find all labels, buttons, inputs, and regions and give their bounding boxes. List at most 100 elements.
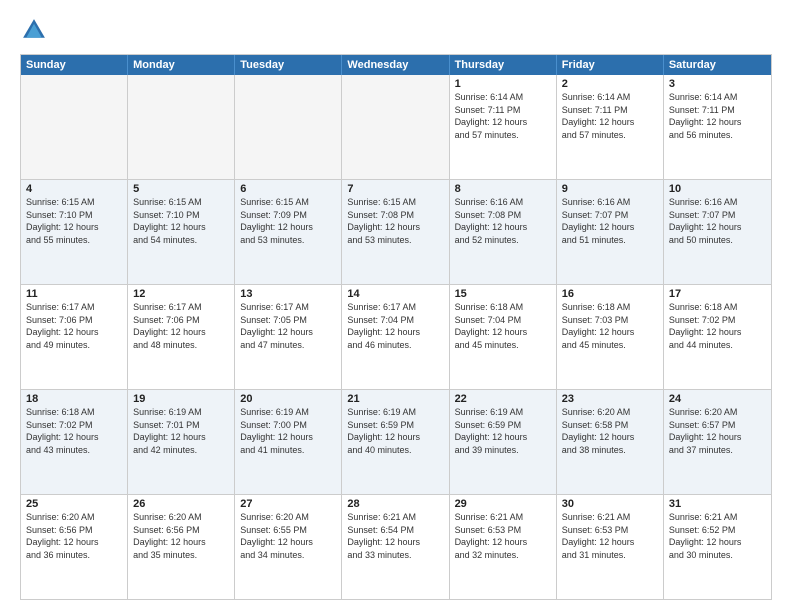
day-info: Sunrise: 6:15 AM Sunset: 7:09 PM Dayligh… — [240, 196, 336, 246]
calendar-cell-day-8: 8Sunrise: 6:16 AM Sunset: 7:08 PM Daylig… — [450, 180, 557, 284]
calendar-row-0: 1Sunrise: 6:14 AM Sunset: 7:11 PM Daylig… — [21, 75, 771, 179]
day-number: 12 — [133, 288, 229, 300]
day-number: 5 — [133, 183, 229, 195]
day-info: Sunrise: 6:15 AM Sunset: 7:08 PM Dayligh… — [347, 196, 443, 246]
header-day-sunday: Sunday — [21, 55, 128, 75]
day-info: Sunrise: 6:21 AM Sunset: 6:53 PM Dayligh… — [562, 511, 658, 561]
day-number: 26 — [133, 498, 229, 510]
day-number: 9 — [562, 183, 658, 195]
day-info: Sunrise: 6:19 AM Sunset: 6:59 PM Dayligh… — [347, 406, 443, 456]
day-info: Sunrise: 6:15 AM Sunset: 7:10 PM Dayligh… — [133, 196, 229, 246]
day-info: Sunrise: 6:20 AM Sunset: 6:57 PM Dayligh… — [669, 406, 766, 456]
day-number: 4 — [26, 183, 122, 195]
logo — [20, 16, 52, 44]
calendar-cell-day-1: 1Sunrise: 6:14 AM Sunset: 7:11 PM Daylig… — [450, 75, 557, 179]
header-day-wednesday: Wednesday — [342, 55, 449, 75]
day-info: Sunrise: 6:21 AM Sunset: 6:54 PM Dayligh… — [347, 511, 443, 561]
calendar-cell-day-11: 11Sunrise: 6:17 AM Sunset: 7:06 PM Dayli… — [21, 285, 128, 389]
day-number: 14 — [347, 288, 443, 300]
calendar-cell-day-10: 10Sunrise: 6:16 AM Sunset: 7:07 PM Dayli… — [664, 180, 771, 284]
day-number: 6 — [240, 183, 336, 195]
logo-icon — [20, 16, 48, 44]
calendar-cell-day-30: 30Sunrise: 6:21 AM Sunset: 6:53 PM Dayli… — [557, 495, 664, 599]
day-info: Sunrise: 6:18 AM Sunset: 7:03 PM Dayligh… — [562, 301, 658, 351]
calendar-cell-empty — [21, 75, 128, 179]
calendar-cell-day-17: 17Sunrise: 6:18 AM Sunset: 7:02 PM Dayli… — [664, 285, 771, 389]
calendar-cell-day-28: 28Sunrise: 6:21 AM Sunset: 6:54 PM Dayli… — [342, 495, 449, 599]
calendar-cell-day-31: 31Sunrise: 6:21 AM Sunset: 6:52 PM Dayli… — [664, 495, 771, 599]
day-info: Sunrise: 6:14 AM Sunset: 7:11 PM Dayligh… — [455, 91, 551, 141]
calendar-cell-day-5: 5Sunrise: 6:15 AM Sunset: 7:10 PM Daylig… — [128, 180, 235, 284]
day-info: Sunrise: 6:21 AM Sunset: 6:53 PM Dayligh… — [455, 511, 551, 561]
calendar-cell-day-16: 16Sunrise: 6:18 AM Sunset: 7:03 PM Dayli… — [557, 285, 664, 389]
day-number: 17 — [669, 288, 766, 300]
calendar-cell-day-2: 2Sunrise: 6:14 AM Sunset: 7:11 PM Daylig… — [557, 75, 664, 179]
calendar-cell-day-24: 24Sunrise: 6:20 AM Sunset: 6:57 PM Dayli… — [664, 390, 771, 494]
day-number: 16 — [562, 288, 658, 300]
calendar-body: 1Sunrise: 6:14 AM Sunset: 7:11 PM Daylig… — [21, 75, 771, 599]
day-number: 11 — [26, 288, 122, 300]
day-number: 20 — [240, 393, 336, 405]
day-info: Sunrise: 6:14 AM Sunset: 7:11 PM Dayligh… — [669, 91, 766, 141]
calendar-cell-day-29: 29Sunrise: 6:21 AM Sunset: 6:53 PM Dayli… — [450, 495, 557, 599]
calendar-cell-day-3: 3Sunrise: 6:14 AM Sunset: 7:11 PM Daylig… — [664, 75, 771, 179]
header-day-monday: Monday — [128, 55, 235, 75]
header-day-friday: Friday — [557, 55, 664, 75]
calendar-row-1: 4Sunrise: 6:15 AM Sunset: 7:10 PM Daylig… — [21, 179, 771, 284]
header-day-thursday: Thursday — [450, 55, 557, 75]
header — [20, 16, 772, 44]
day-number: 7 — [347, 183, 443, 195]
calendar-cell-day-19: 19Sunrise: 6:19 AM Sunset: 7:01 PM Dayli… — [128, 390, 235, 494]
page: SundayMondayTuesdayWednesdayThursdayFrid… — [0, 0, 792, 612]
day-info: Sunrise: 6:19 AM Sunset: 7:00 PM Dayligh… — [240, 406, 336, 456]
day-info: Sunrise: 6:18 AM Sunset: 7:04 PM Dayligh… — [455, 301, 551, 351]
day-info: Sunrise: 6:20 AM Sunset: 6:55 PM Dayligh… — [240, 511, 336, 561]
day-number: 3 — [669, 78, 766, 90]
day-number: 19 — [133, 393, 229, 405]
calendar-cell-empty — [235, 75, 342, 179]
day-info: Sunrise: 6:19 AM Sunset: 7:01 PM Dayligh… — [133, 406, 229, 456]
day-number: 27 — [240, 498, 336, 510]
calendar-cell-day-4: 4Sunrise: 6:15 AM Sunset: 7:10 PM Daylig… — [21, 180, 128, 284]
calendar-cell-day-13: 13Sunrise: 6:17 AM Sunset: 7:05 PM Dayli… — [235, 285, 342, 389]
day-number: 22 — [455, 393, 551, 405]
header-day-saturday: Saturday — [664, 55, 771, 75]
day-info: Sunrise: 6:19 AM Sunset: 6:59 PM Dayligh… — [455, 406, 551, 456]
day-number: 28 — [347, 498, 443, 510]
calendar-cell-day-22: 22Sunrise: 6:19 AM Sunset: 6:59 PM Dayli… — [450, 390, 557, 494]
day-number: 25 — [26, 498, 122, 510]
day-info: Sunrise: 6:15 AM Sunset: 7:10 PM Dayligh… — [26, 196, 122, 246]
calendar-cell-day-26: 26Sunrise: 6:20 AM Sunset: 6:56 PM Dayli… — [128, 495, 235, 599]
day-number: 13 — [240, 288, 336, 300]
day-info: Sunrise: 6:17 AM Sunset: 7:05 PM Dayligh… — [240, 301, 336, 351]
calendar-cell-day-14: 14Sunrise: 6:17 AM Sunset: 7:04 PM Dayli… — [342, 285, 449, 389]
day-number: 10 — [669, 183, 766, 195]
calendar-cell-day-20: 20Sunrise: 6:19 AM Sunset: 7:00 PM Dayli… — [235, 390, 342, 494]
day-info: Sunrise: 6:20 AM Sunset: 6:56 PM Dayligh… — [26, 511, 122, 561]
day-info: Sunrise: 6:17 AM Sunset: 7:06 PM Dayligh… — [26, 301, 122, 351]
day-info: Sunrise: 6:20 AM Sunset: 6:56 PM Dayligh… — [133, 511, 229, 561]
calendar-cell-day-21: 21Sunrise: 6:19 AM Sunset: 6:59 PM Dayli… — [342, 390, 449, 494]
day-number: 2 — [562, 78, 658, 90]
day-number: 15 — [455, 288, 551, 300]
day-number: 8 — [455, 183, 551, 195]
day-info: Sunrise: 6:16 AM Sunset: 7:08 PM Dayligh… — [455, 196, 551, 246]
day-info: Sunrise: 6:16 AM Sunset: 7:07 PM Dayligh… — [669, 196, 766, 246]
day-number: 1 — [455, 78, 551, 90]
calendar-cell-day-27: 27Sunrise: 6:20 AM Sunset: 6:55 PM Dayli… — [235, 495, 342, 599]
calendar-cell-day-18: 18Sunrise: 6:18 AM Sunset: 7:02 PM Dayli… — [21, 390, 128, 494]
day-number: 18 — [26, 393, 122, 405]
day-info: Sunrise: 6:21 AM Sunset: 6:52 PM Dayligh… — [669, 511, 766, 561]
day-info: Sunrise: 6:18 AM Sunset: 7:02 PM Dayligh… — [669, 301, 766, 351]
calendar-cell-day-6: 6Sunrise: 6:15 AM Sunset: 7:09 PM Daylig… — [235, 180, 342, 284]
calendar-cell-empty — [342, 75, 449, 179]
calendar-cell-day-25: 25Sunrise: 6:20 AM Sunset: 6:56 PM Dayli… — [21, 495, 128, 599]
calendar-cell-day-23: 23Sunrise: 6:20 AM Sunset: 6:58 PM Dayli… — [557, 390, 664, 494]
calendar-cell-day-9: 9Sunrise: 6:16 AM Sunset: 7:07 PM Daylig… — [557, 180, 664, 284]
day-number: 21 — [347, 393, 443, 405]
day-number: 30 — [562, 498, 658, 510]
day-info: Sunrise: 6:18 AM Sunset: 7:02 PM Dayligh… — [26, 406, 122, 456]
calendar-cell-day-15: 15Sunrise: 6:18 AM Sunset: 7:04 PM Dayli… — [450, 285, 557, 389]
day-info: Sunrise: 6:17 AM Sunset: 7:06 PM Dayligh… — [133, 301, 229, 351]
calendar-cell-day-7: 7Sunrise: 6:15 AM Sunset: 7:08 PM Daylig… — [342, 180, 449, 284]
